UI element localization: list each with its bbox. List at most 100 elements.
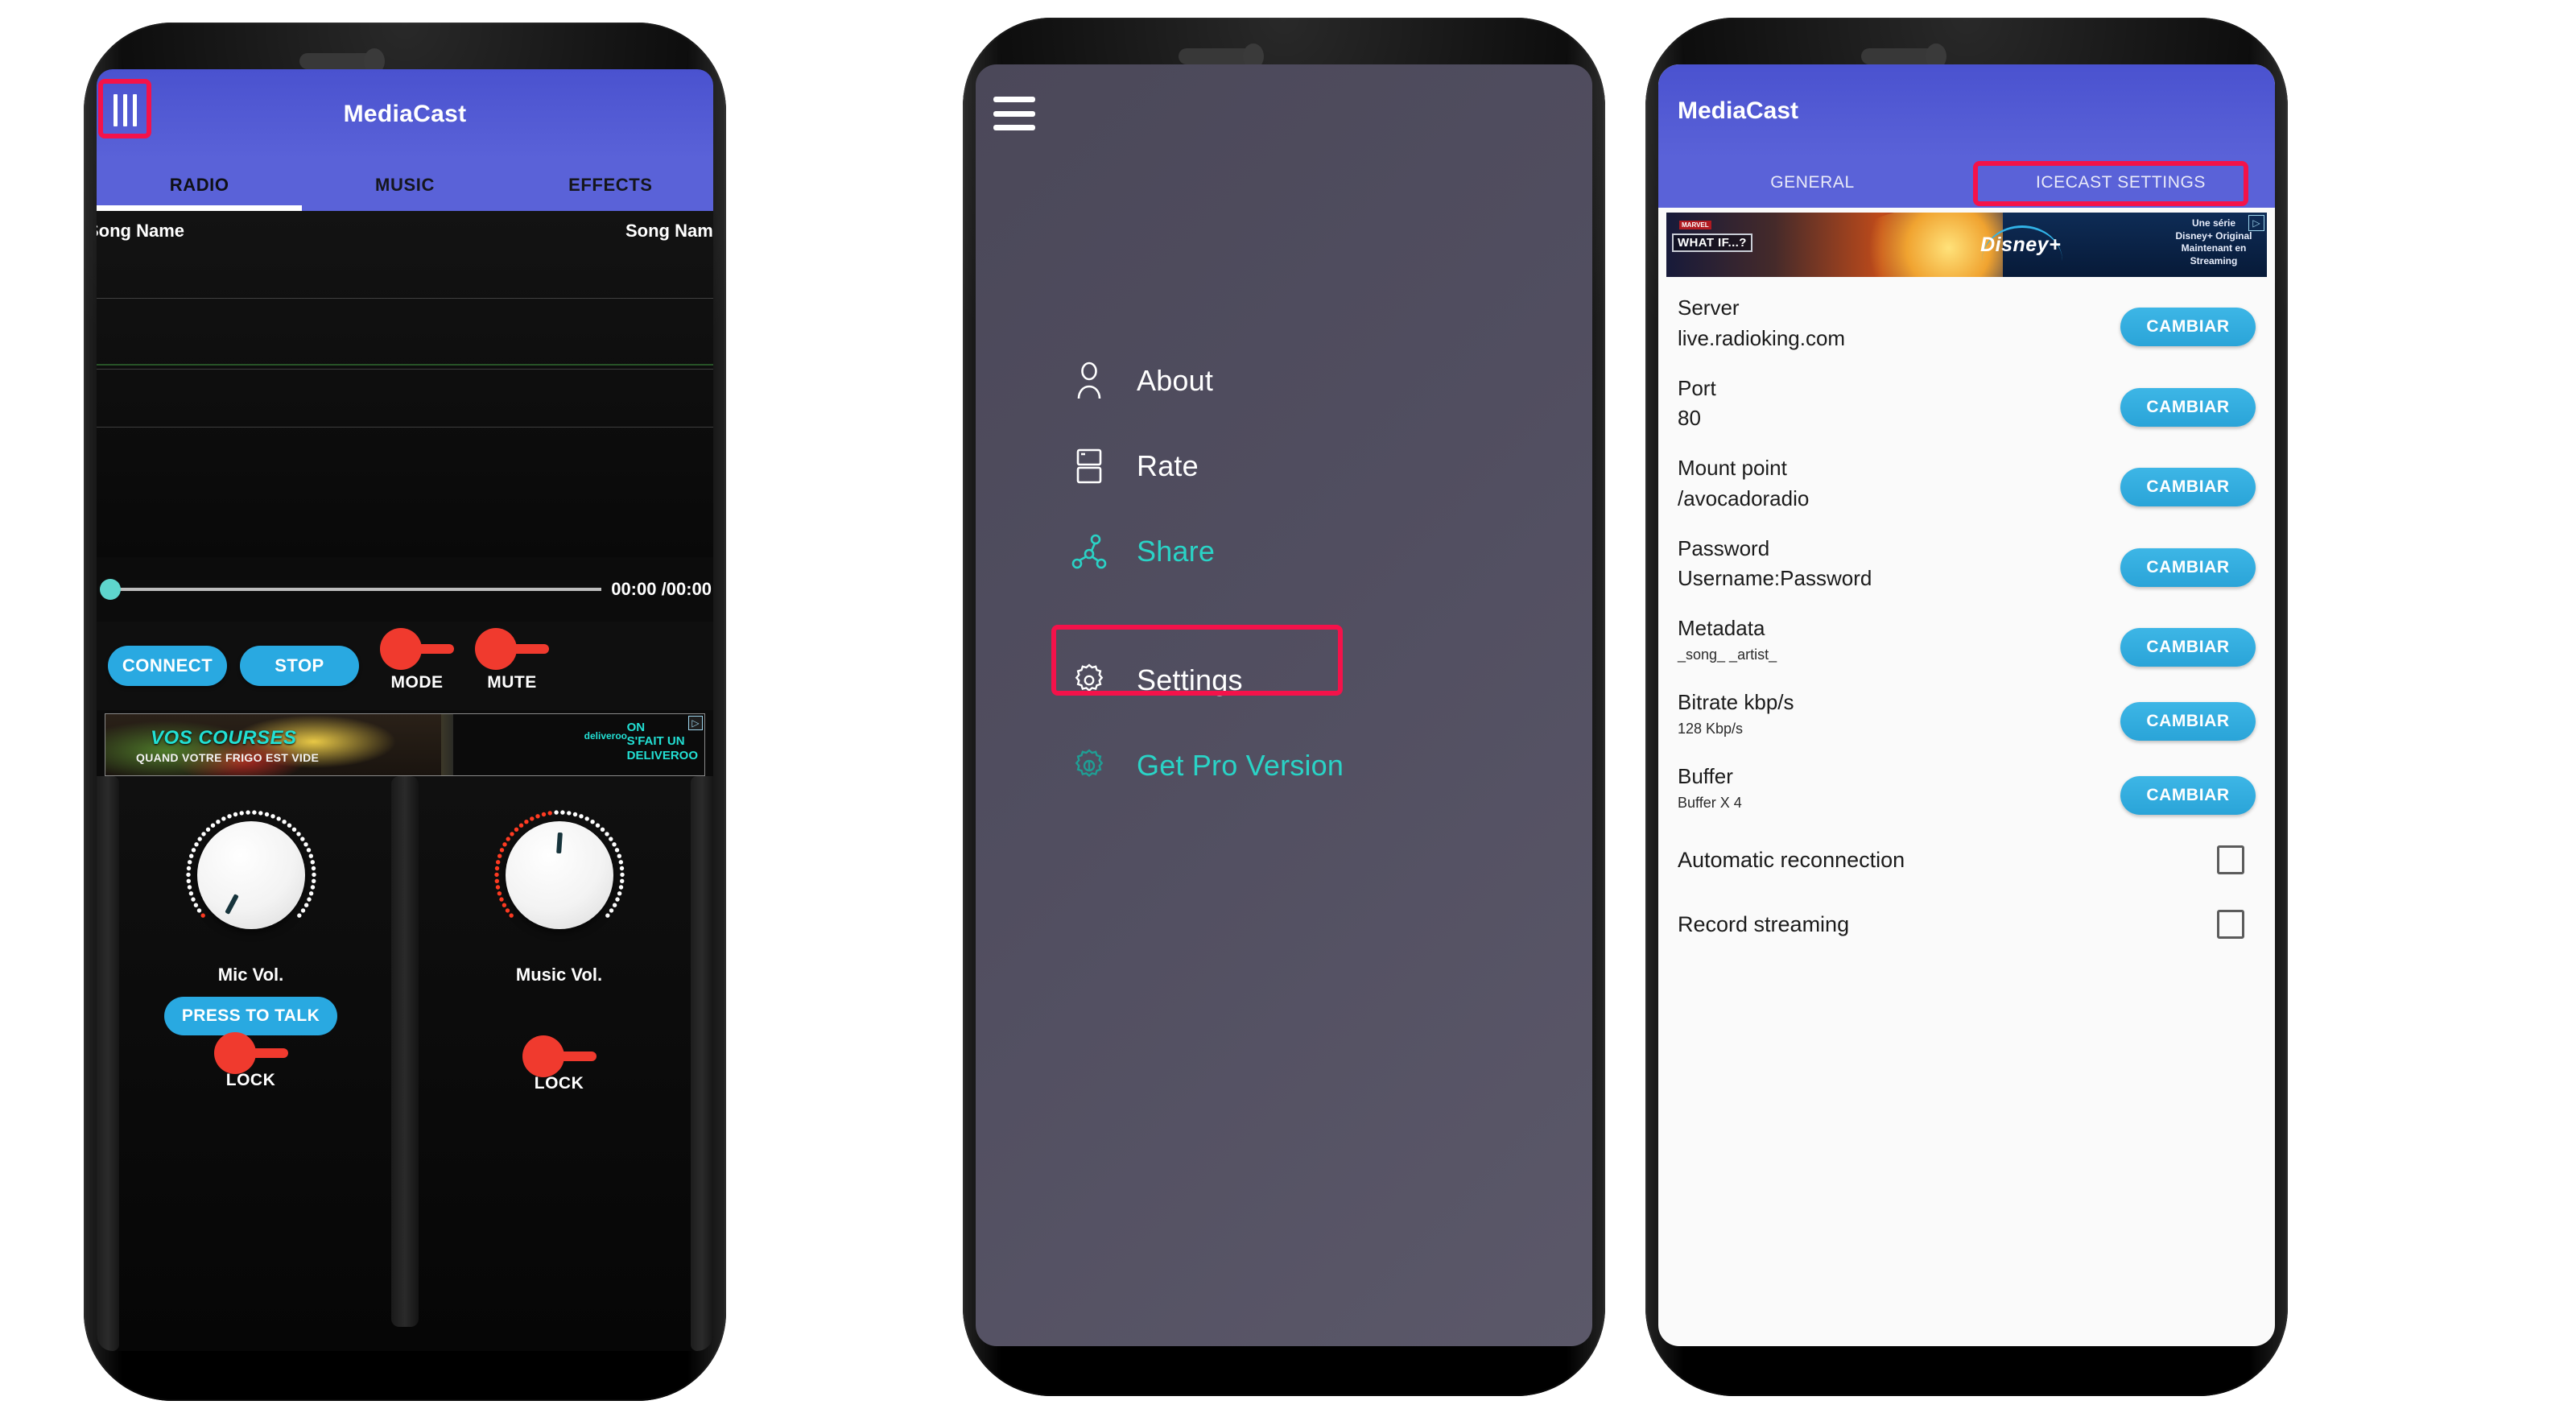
mute-switch[interactable] xyxy=(475,628,549,670)
connect-button[interactable]: CONNECT xyxy=(108,646,227,686)
ad-subline: QUAND VOTRE FRIGO EST VIDE xyxy=(136,751,320,764)
menu-item-settings[interactable]: Settings xyxy=(1051,625,1521,723)
mic-lock-group[interactable]: LOCK xyxy=(213,1032,288,1090)
mic-volume-knob[interactable] xyxy=(180,804,323,947)
checkbox-automatic-reconnection[interactable] xyxy=(2217,845,2244,875)
music-lock-group[interactable]: LOCK xyxy=(522,1035,597,1093)
phone-1-frame: MediaCast RADIO MUSIC EFFECTS Song Name … xyxy=(84,23,726,1401)
checkbox-label-record-streaming: Record streaming xyxy=(1678,911,1850,936)
share-icon xyxy=(1071,531,1108,572)
change-button-buffer[interactable]: CAMBIAR xyxy=(2120,776,2256,816)
press-to-talk-button[interactable]: PRESS TO TALK xyxy=(163,997,338,1035)
setting-value-password: Username:Password xyxy=(1678,566,1872,591)
mic-lock-switch[interactable] xyxy=(213,1032,288,1074)
gear-pro-icon xyxy=(1071,745,1108,787)
setting-row-port: Port 80 CAMBIAR xyxy=(1678,366,2256,446)
mode-switch[interactable] xyxy=(380,628,454,670)
change-button-password[interactable]: CAMBIAR xyxy=(2120,547,2256,587)
music-lock-switch[interactable] xyxy=(522,1035,597,1077)
app-title: MediaCast xyxy=(1678,97,1799,124)
app-title: MediaCast xyxy=(343,101,467,127)
menu-item-about[interactable]: About xyxy=(1071,338,1521,423)
setting-value-mount-point: /avocadoradio xyxy=(1678,485,1810,510)
stop-button[interactable]: STOP xyxy=(240,646,359,686)
phone-3-screen: MediaCast GENERAL ICECAST SETTINGS MARVE… xyxy=(1658,64,2275,1346)
setting-key-bitrate: Bitrate kbp/s xyxy=(1678,690,1794,715)
tab-indicator xyxy=(97,205,303,211)
song-name-left: Song Name xyxy=(97,221,185,241)
tab-general[interactable]: GENERAL xyxy=(1658,173,1967,192)
setting-row-record-streaming[interactable]: Record streaming xyxy=(1678,892,2256,956)
tab-radio[interactable]: RADIO xyxy=(97,175,302,196)
music-volume-label: Music Vol. xyxy=(515,965,603,985)
setting-value-buffer: Buffer X 4 xyxy=(1678,794,1742,811)
app-bar: MediaCast xyxy=(1658,64,2275,158)
ad-title: WHAT IF...? xyxy=(1672,233,1752,252)
mixer-panel: Mic Vol. PRESS TO TALK LOCK Music Vol. L… xyxy=(97,776,713,1351)
mic-channel: Mic Vol. PRESS TO TALK LOCK xyxy=(97,776,405,1351)
change-button-metadata[interactable]: CAMBIAR xyxy=(2120,628,2256,667)
setting-row-password: Password Username:Password CAMBIAR xyxy=(1678,526,2256,606)
hamburger-icon[interactable] xyxy=(993,97,1035,130)
ad-banner-disney[interactable]: MARVEL WHAT IF...? Disney+ Une série Disn… xyxy=(1666,213,2267,277)
change-button-port[interactable]: CAMBIAR xyxy=(2120,387,2256,427)
ad-info-icon: ▷ xyxy=(688,716,703,730)
setting-value-bitrate: 128 Kbp/s xyxy=(1678,720,1744,737)
ad-info-icon: ▷ xyxy=(2248,215,2264,231)
setting-value-port: 80 xyxy=(1678,406,1701,431)
setting-key-password: Password xyxy=(1678,535,1770,560)
mute-switch-group[interactable]: MUTE xyxy=(475,628,549,692)
setting-key-buffer: Buffer xyxy=(1678,764,1733,789)
elapsed-time: 00:00 xyxy=(611,579,657,599)
screenshot-stage: MediaCast RADIO MUSIC EFFECTS Song Name … xyxy=(0,0,2576,1413)
mic-volume-label: Mic Vol. xyxy=(217,965,284,985)
highlight-box-settings xyxy=(1051,625,1343,696)
ad-network: Disney+ xyxy=(1980,233,2062,256)
change-button-mount-point[interactable]: CAMBIAR xyxy=(2120,468,2256,507)
app-bar: MediaCast xyxy=(97,69,713,159)
mute-label: MUTE xyxy=(487,673,537,692)
setting-row-automatic-reconnection[interactable]: Automatic reconnection xyxy=(1678,828,2256,892)
tab-bar: RADIO MUSIC EFFECTS xyxy=(97,159,713,211)
mode-label: MODE xyxy=(390,673,444,692)
phone-3-frame: MediaCast GENERAL ICECAST SETTINGS MARVE… xyxy=(1645,18,2288,1396)
navigation-drawer: About Rate Share Settings Get Pro Versio… xyxy=(1051,338,1521,808)
setting-row-server: Server live.radioking.com CAMBIAR xyxy=(1678,285,2256,366)
ad-tagline: Une série Disney+ Original Maintenant en St… xyxy=(2175,217,2252,266)
setting-row-bitrate: Bitrate kbp/s 128 Kbp/s CAMBIAR xyxy=(1678,680,2256,754)
checkbox-record-streaming[interactable] xyxy=(2217,910,2244,940)
ad-banner-deliveroo[interactable]: VOS COURSES QUAND VOTRE FRIGO EST VIDE d… xyxy=(105,713,705,776)
ad-brand: deliveroo xyxy=(584,730,627,742)
menu-item-rate[interactable]: Rate xyxy=(1071,423,1521,509)
highlight-box-icecast-tab xyxy=(1973,161,2248,206)
time-display: 00:00 /00:00 xyxy=(611,579,713,600)
seek-handle[interactable] xyxy=(100,579,121,600)
menu-label-share: Share xyxy=(1137,535,1216,568)
setting-key-port: Port xyxy=(1678,375,1716,400)
change-button-bitrate[interactable]: CAMBIAR xyxy=(2120,702,2256,742)
menu-item-get-pro-version[interactable]: Get Pro Version xyxy=(1071,723,1521,808)
tab-music[interactable]: MUSIC xyxy=(302,175,507,196)
phone-2-screen: About Rate Share Settings Get Pro Versio… xyxy=(976,64,1592,1346)
waveform-display: Song Name Song Name xyxy=(97,211,713,557)
music-volume-knob[interactable] xyxy=(488,804,631,947)
setting-row-buffer: Buffer Buffer X 4 CAMBIAR xyxy=(1678,754,2256,828)
menu-item-share[interactable]: Share xyxy=(1071,509,1521,594)
stars-icon xyxy=(1071,445,1108,487)
change-button-server[interactable]: CAMBIAR xyxy=(2120,308,2256,346)
transport-controls: CONNECT STOP MODE MUTE xyxy=(97,622,713,710)
music-channel: Music Vol. LOCK xyxy=(405,776,713,1351)
setting-value-metadata: _song_ _artist_ xyxy=(1678,646,1777,663)
setting-key-server: Server xyxy=(1678,295,1740,320)
seek-bar[interactable] xyxy=(100,579,602,600)
mode-switch-group[interactable]: MODE xyxy=(380,628,454,692)
ad-tagline: ON S'FAIT UN DELIVEROO xyxy=(626,721,698,762)
setting-key-mount-point: Mount point xyxy=(1678,456,1787,481)
person-icon xyxy=(1071,360,1108,402)
checkbox-label-automatic-reconnection: Automatic reconnection xyxy=(1678,847,1905,872)
setting-key-metadata: Metadata xyxy=(1678,616,1765,641)
menu-label-about: About xyxy=(1137,364,1214,397)
setting-row-metadata: Metadata _song_ _artist_ CAMBIAR xyxy=(1678,605,2256,680)
tab-effects[interactable]: EFFECTS xyxy=(508,175,713,196)
phone-2-frame: About Rate Share Settings Get Pro Versio… xyxy=(963,18,1605,1396)
